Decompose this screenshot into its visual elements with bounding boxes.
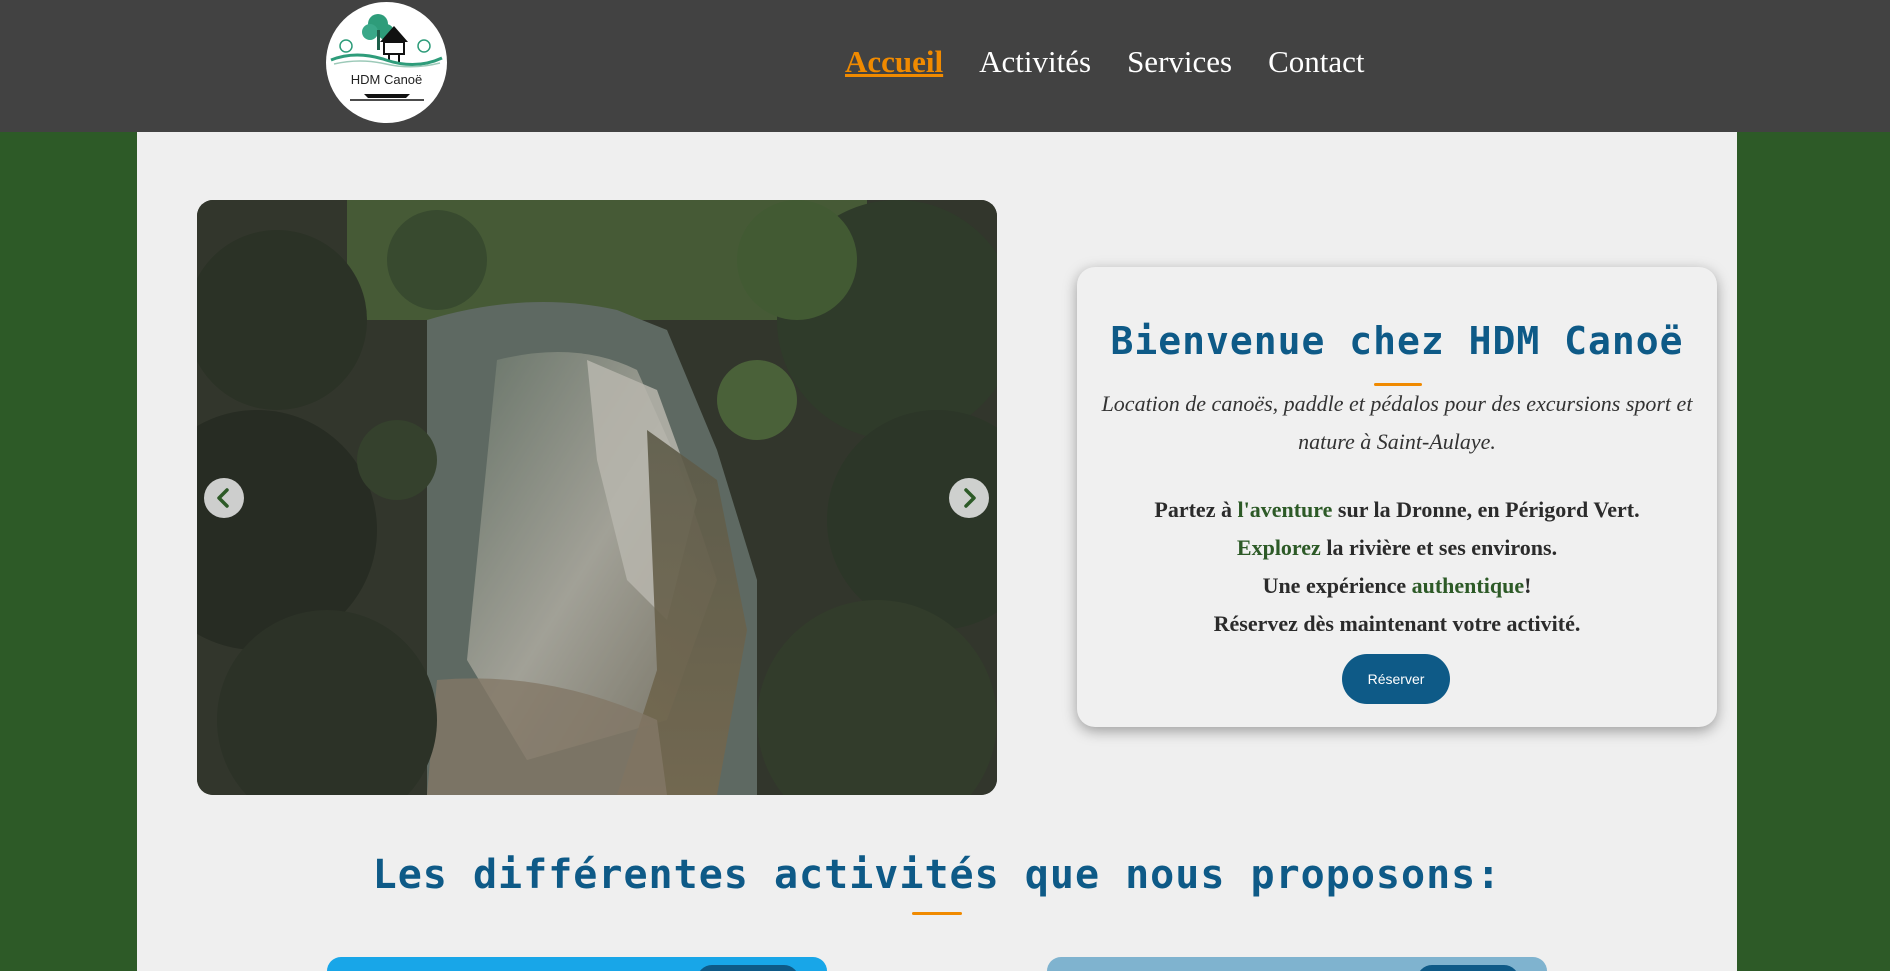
activities-title: Les différentes activités que nous propo… (372, 852, 1502, 898)
main-content: Bienvenue chez HDM Canoë Location de can… (137, 132, 1737, 971)
logo-emblem-icon (330, 14, 443, 101)
chevron-left-icon (217, 488, 229, 508)
welcome-body: Partez à l'aventure sur la Dronne, en Pé… (1097, 491, 1697, 643)
carousel-prev-button[interactable] (204, 478, 244, 518)
nav-accueil[interactable]: Accueil (845, 40, 943, 84)
welcome-card: Bienvenue chez HDM Canoë Location de can… (1077, 267, 1717, 727)
activity-card[interactable] (327, 957, 827, 971)
section-underline (912, 912, 962, 915)
waterfall-photo (197, 200, 997, 795)
reserve-button[interactable]: Réserver (1342, 654, 1450, 704)
main-nav: Accueil Activités Services Contact (845, 40, 1365, 84)
body-line-1: Partez à l'aventure sur la Dronne, en Pé… (1154, 497, 1640, 522)
image-carousel[interactable] (197, 200, 997, 795)
welcome-title: Bienvenue chez HDM Canoë (1110, 319, 1684, 363)
body-line-4: Réservez dès maintenant votre activité. (1213, 611, 1581, 636)
logo-text: HDM Canoë (350, 72, 423, 87)
body-line-3: Une expérience authentique! (1262, 573, 1532, 598)
site-logo[interactable]: HDM Canoë (326, 2, 447, 123)
welcome-lead: Location de canoës, paddle et pédalos po… (1101, 391, 1693, 454)
nav-contact[interactable]: Contact (1268, 40, 1364, 84)
carousel-next-button[interactable] (949, 478, 989, 518)
activity-badge (697, 965, 799, 971)
site-header: HDM Canoë Accueil Activités Services Con… (0, 0, 1890, 132)
nav-activites[interactable]: Activités (979, 40, 1091, 84)
activity-card[interactable] (1047, 957, 1547, 971)
nav-services[interactable]: Services (1127, 40, 1232, 84)
body-line-2: Explorez la rivière et ses environs. (1236, 535, 1558, 560)
chevron-right-icon (964, 488, 976, 508)
activity-badge (1417, 965, 1519, 971)
